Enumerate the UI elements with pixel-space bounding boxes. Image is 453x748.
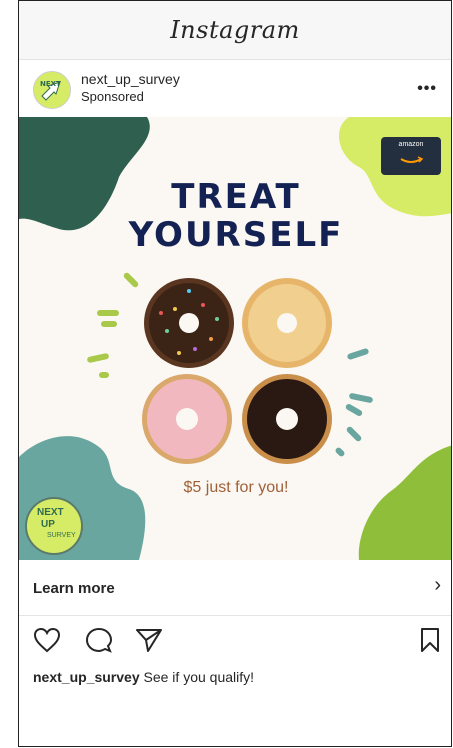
heart-icon[interactable]: [33, 627, 61, 653]
next-up-survey-badge: NEXT UP SURVEY: [25, 497, 83, 555]
ad-headline-line2: YOURSELF: [128, 215, 344, 255]
post-username[interactable]: next_up_survey: [81, 71, 180, 87]
ad-headline-line1: TREAT: [171, 177, 301, 217]
sponsored-label: Sponsored: [81, 89, 144, 104]
donut-chocolate-sprinkles: [144, 278, 234, 368]
post-caption: next_up_survey See if you qualify!: [33, 669, 254, 685]
learn-more-cta[interactable]: Learn more ›: [19, 561, 451, 616]
donut-pink-frosted: [142, 374, 232, 464]
badge-line3: SURVEY: [47, 532, 76, 539]
accent-dashes-right: [335, 348, 373, 457]
bookmark-icon[interactable]: [419, 627, 441, 653]
post-author: next_up_survey Sponsored: [81, 71, 180, 104]
instagram-logo[interactable]: Instagram: [170, 16, 300, 44]
accent-dashes-left: [87, 272, 139, 378]
ad-image[interactable]: amazon TREAT YOURSELF $5 just for you! N…: [19, 117, 451, 560]
green-blob: [358, 445, 451, 560]
caption-text: See if you qualify!: [143, 669, 255, 685]
donut-sugar-glazed: [242, 278, 332, 368]
svg-text:NEXT: NEXT: [40, 80, 61, 88]
phone-frame: Instagram NEXT next_up_survey Sponsored …: [18, 0, 452, 747]
badge-line1: NEXT: [37, 507, 64, 518]
comment-icon[interactable]: [85, 627, 113, 653]
donut-chocolate-glazed: [242, 374, 332, 464]
ad-subline: $5 just for you!: [183, 479, 289, 496]
amazon-gift-card: amazon: [381, 137, 441, 175]
post-actions: [19, 617, 451, 663]
learn-more-label: Learn more: [33, 580, 115, 597]
post-header: NEXT next_up_survey Sponsored •••: [19, 63, 451, 115]
caption-username[interactable]: next_up_survey: [33, 669, 140, 685]
avatar[interactable]: NEXT: [33, 71, 71, 109]
badge-line2: UP: [41, 519, 55, 530]
avatar-logo-icon: NEXT: [34, 72, 70, 108]
chevron-right-icon: ›: [434, 574, 441, 596]
app-header: Instagram: [19, 1, 451, 60]
share-icon[interactable]: [135, 627, 163, 653]
more-options-icon[interactable]: •••: [417, 80, 437, 98]
amazon-smile-icon: [400, 156, 424, 163]
